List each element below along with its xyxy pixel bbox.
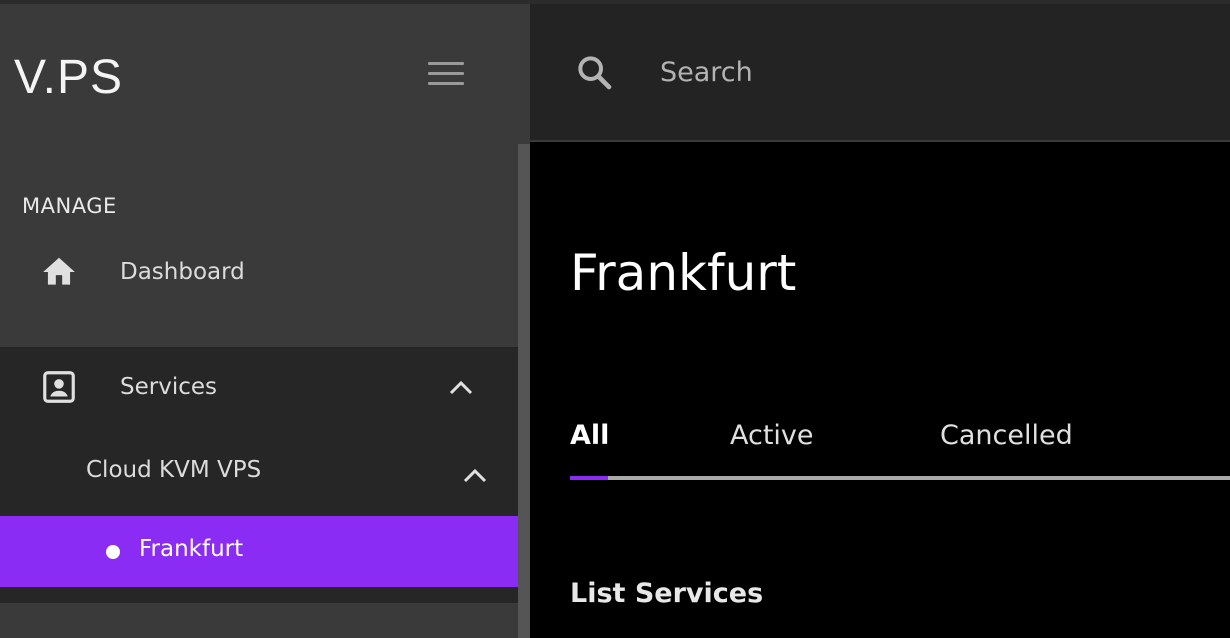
tab-active[interactable]: Active bbox=[730, 420, 814, 451]
top-header bbox=[530, 4, 1230, 142]
contact-card-icon bbox=[40, 368, 78, 406]
sidebar-scrollbar-thumb[interactable] bbox=[518, 144, 530, 638]
submenu-group-label: Cloud KVM VPS bbox=[86, 457, 262, 483]
search-icon[interactable] bbox=[574, 52, 614, 92]
sidebar-section-manage: MANAGE bbox=[22, 194, 117, 218]
tab-all[interactable]: All bbox=[570, 420, 609, 451]
sidebar-next-item-edge bbox=[0, 587, 518, 603]
submenu-group-cloud-kvm-vps[interactable]: Cloud KVM VPS bbox=[0, 427, 518, 517]
sidebar: V.PS MANAGE Dashboard Services Cloud KVM… bbox=[0, 4, 530, 638]
sidebar-item-dashboard[interactable]: Dashboard bbox=[0, 240, 518, 304]
tab-underline bbox=[570, 476, 1230, 480]
active-tab-indicator bbox=[570, 476, 608, 480]
sidebar-item-label: Services bbox=[120, 374, 217, 400]
home-icon bbox=[40, 253, 78, 291]
tab-cancelled[interactable]: Cancelled bbox=[940, 420, 1073, 451]
submenu-item-label: Frankfurt bbox=[139, 536, 244, 562]
brand-logo[interactable]: V.PS bbox=[14, 54, 123, 102]
chevron-up-icon[interactable] bbox=[463, 467, 487, 483]
service-status-tabs: All Active Cancelled bbox=[570, 414, 1230, 484]
sidebar-item-label: Dashboard bbox=[120, 259, 245, 285]
page-title: Frankfurt bbox=[570, 244, 797, 302]
chevron-up-icon[interactable] bbox=[449, 379, 473, 395]
active-dot-icon bbox=[106, 545, 120, 559]
hamburger-menu-icon[interactable] bbox=[428, 62, 464, 88]
main-content: Frankfurt All Active Cancelled List Serv… bbox=[530, 144, 1230, 638]
list-services-heading: List Services bbox=[570, 578, 764, 609]
search-input[interactable] bbox=[660, 50, 1180, 94]
sidebar-item-services[interactable]: Services bbox=[0, 347, 518, 427]
submenu-item-frankfurt[interactable]: Frankfurt bbox=[0, 516, 530, 587]
